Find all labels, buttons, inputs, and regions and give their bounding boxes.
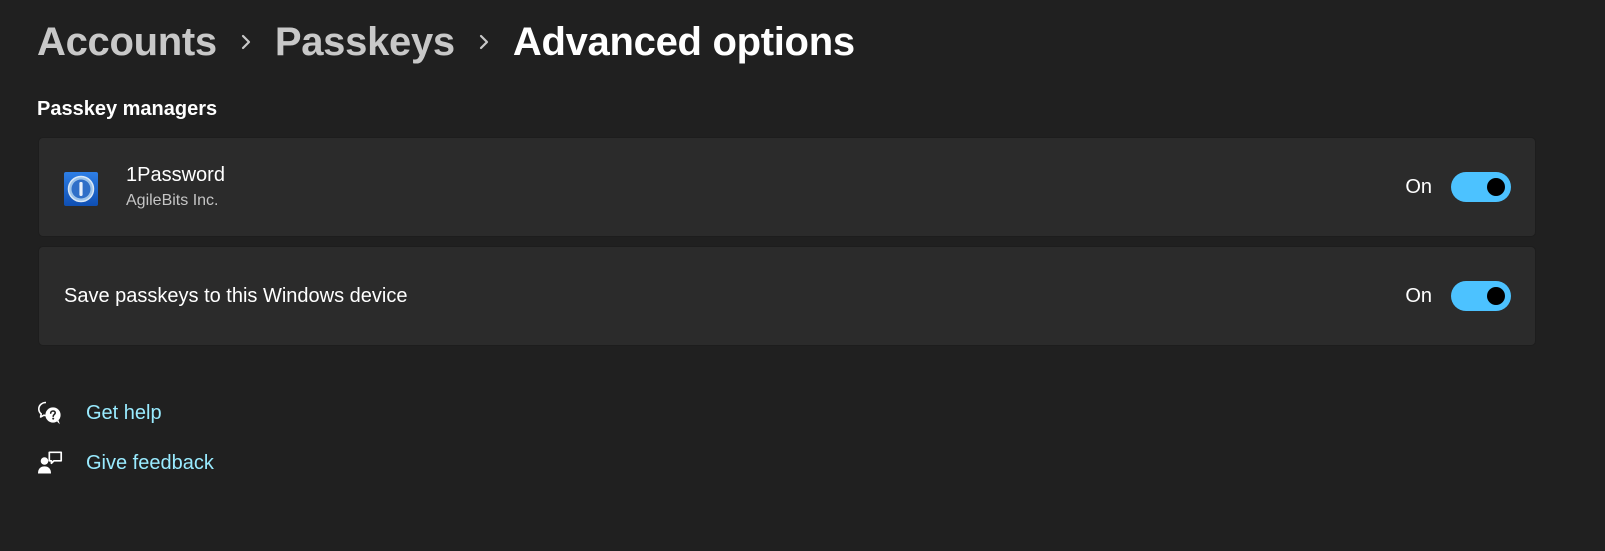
1password-app-icon xyxy=(64,172,98,206)
chevron-right-icon xyxy=(217,14,275,70)
toggle-switch[interactable] xyxy=(1451,281,1511,311)
toggle-knob xyxy=(1487,178,1505,196)
manager-publisher: AgileBits Inc. xyxy=(126,192,219,209)
save-passkeys-toggle[interactable]: On xyxy=(1405,281,1511,311)
toggle-state-label: On xyxy=(1405,175,1432,198)
section-title-passkey-managers: Passkey managers xyxy=(37,98,218,120)
breadcrumb-passkeys[interactable]: Passkeys xyxy=(275,20,455,65)
save-passkeys-label: Save passkeys to this Windows device xyxy=(64,285,408,307)
passkey-manager-card-1password: 1Password AgileBits Inc. On xyxy=(38,137,1536,237)
feedback-icon xyxy=(37,450,63,476)
give-feedback-label[interactable]: Give feedback xyxy=(86,452,214,475)
get-help-link[interactable]: Get help xyxy=(37,400,162,426)
give-feedback-link[interactable]: Give feedback xyxy=(37,450,214,476)
page-title: Advanced options xyxy=(512,19,855,64)
toggle-knob xyxy=(1487,287,1505,305)
toggle-switch[interactable] xyxy=(1451,172,1511,202)
breadcrumb: Accounts Passkeys Advanced options xyxy=(37,14,855,70)
manager-name: 1Password xyxy=(126,164,225,186)
breadcrumb-accounts[interactable]: Accounts xyxy=(37,20,217,65)
chevron-right-icon xyxy=(455,14,513,70)
toggle-state-label: On xyxy=(1405,284,1432,307)
1password-toggle[interactable]: On xyxy=(1405,172,1511,202)
get-help-label[interactable]: Get help xyxy=(86,402,162,425)
save-passkeys-card: Save passkeys to this Windows device On xyxy=(38,246,1536,346)
help-chat-icon xyxy=(37,400,63,426)
